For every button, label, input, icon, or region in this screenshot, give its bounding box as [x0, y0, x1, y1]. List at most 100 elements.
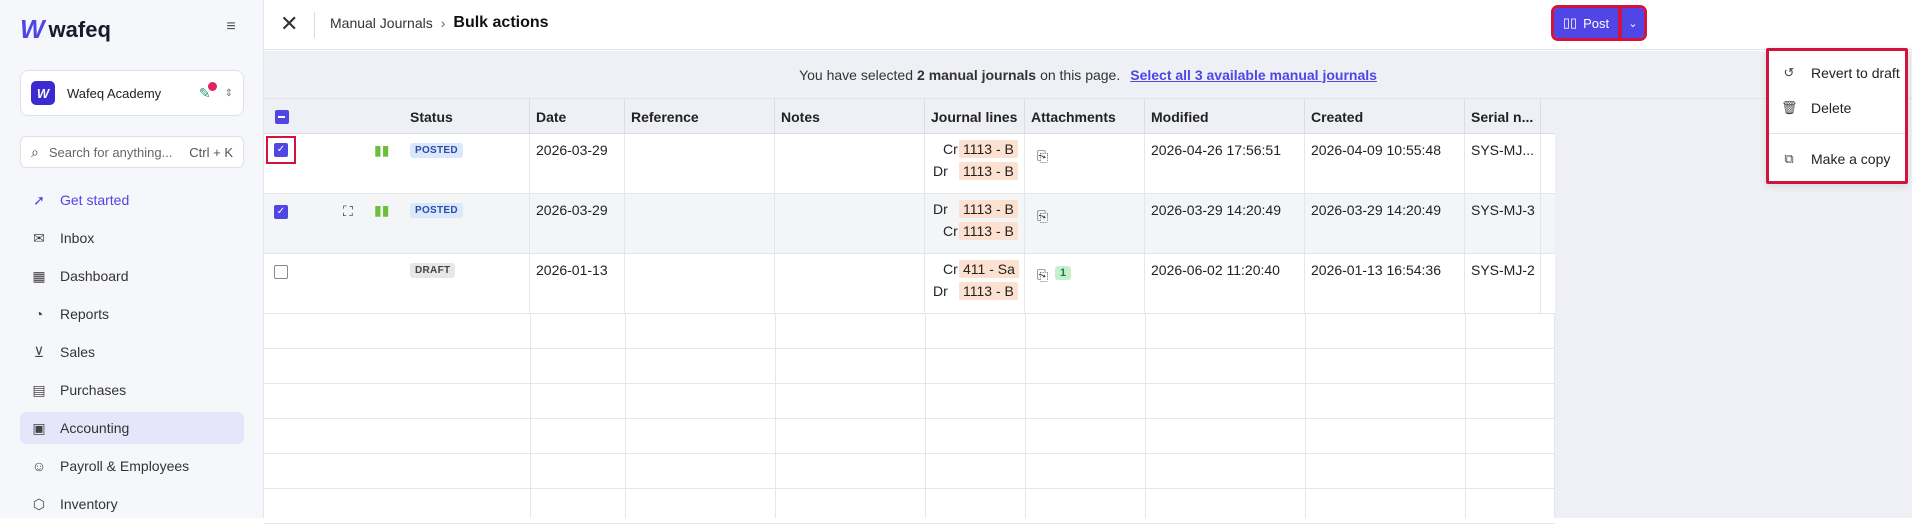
sidebar-item-label: Dashboard — [60, 268, 129, 284]
sidebar-item-inventory[interactable]: ⬡ Inventory — [20, 488, 244, 520]
reference-cell — [625, 254, 775, 314]
copy-icon: ⧉ — [1784, 151, 1794, 166]
sidebar-item-get-started[interactable]: ➚ Get started — [20, 184, 244, 216]
debit-credit-label: Cr — [943, 261, 958, 277]
add-attachment-icon[interactable]: ⎘ — [1037, 208, 1048, 225]
sidebar-item-reports[interactable]: ◔ Reports — [20, 298, 244, 330]
box-icon: ⬡ — [32, 495, 46, 512]
attachments-cell: ⎘ 1 — [1025, 254, 1145, 314]
receipt-icon: ▤ — [32, 381, 46, 398]
revert-icon: ↺ — [1783, 65, 1795, 80]
created-cell: 2026-01-13 16:54:36 — [1305, 254, 1465, 314]
post-button[interactable]: ▯▯ Post — [1551, 5, 1621, 41]
select-column-header — [264, 99, 404, 134]
col-attachments[interactable]: Attachments — [1025, 99, 1145, 134]
expand-icon[interactable]: ⛶ — [343, 203, 353, 220]
journal-line: Dr 1113 - B — [929, 160, 1020, 182]
col-status[interactable]: Status — [404, 99, 530, 134]
status-cell: POSTED — [404, 134, 530, 194]
col-notes[interactable]: Notes — [775, 99, 925, 134]
date-cell: 2026-03-29 — [530, 194, 625, 254]
search-box[interactable]: ⌕ Search for anything... Ctrl + K — [20, 136, 244, 168]
row-checkbox[interactable]: ✓ — [274, 205, 288, 219]
org-switcher[interactable]: W Wafeq Academy ✎ ⇕ — [20, 70, 244, 116]
col-serial[interactable]: Serial n... — [1465, 99, 1541, 134]
sidebar-item-accounting[interactable]: ▣ Accounting — [20, 412, 244, 444]
cart-icon: ⊻ — [33, 343, 45, 360]
serial-cell: SYS-MJ... — [1465, 134, 1541, 194]
notes-cell — [775, 194, 925, 254]
col-modified[interactable]: Modified — [1145, 99, 1305, 134]
col-created[interactable]: Created — [1305, 99, 1465, 134]
serial-cell: SYS-MJ-3 — [1465, 194, 1541, 254]
search-shortcut: Ctrl + K — [189, 144, 233, 160]
menu-divider — [1769, 133, 1905, 134]
add-attachment-icon[interactable]: ⎘ — [1037, 148, 1048, 165]
sidebar-item-sales[interactable]: ⊻ Sales — [20, 336, 244, 368]
sidebar-item-label: Purchases — [60, 382, 127, 398]
modified-cell: 2026-04-26 17:56:51 — [1145, 134, 1305, 194]
inbox-icon: ✉ — [33, 229, 45, 246]
breadcrumb-manual-journals[interactable]: Manual Journals — [330, 15, 433, 31]
journal-line: Dr 1113 - B — [929, 198, 1020, 220]
page-title: Bulk actions — [453, 14, 549, 31]
grid-line — [1025, 314, 1026, 518]
menu-item-make-a-copy[interactable]: ⧉ Make a copy — [1769, 144, 1905, 174]
chevron-right-icon: › — [440, 15, 446, 31]
logo-text: wafeq — [48, 16, 111, 42]
debit-credit-label: Dr — [933, 163, 948, 179]
row-checkbox[interactable]: ✓ — [274, 143, 288, 157]
post-dropdown-button[interactable]: ⌄ — [1619, 5, 1647, 41]
dashboard-icon: ▦ — [32, 267, 46, 284]
menu-item-delete[interactable]: 🗑 Delete — [1769, 93, 1905, 123]
journal-line: Dr 1113 - B — [929, 280, 1020, 302]
date-cell: 2026-03-29 — [530, 134, 625, 194]
collapse-sidebar-icon[interactable]: ≡ — [220, 18, 242, 40]
status-badge: DRAFT — [410, 263, 456, 278]
org-name: Wafeq Academy — [67, 85, 162, 101]
logo[interactable]: W wafeq — [20, 14, 111, 45]
select-all-checkbox[interactable] — [275, 110, 289, 124]
sidebar-item-inbox[interactable]: ✉ Inbox — [20, 222, 244, 254]
account-chip: 1113 - B — [959, 282, 1018, 300]
table-row[interactable]: ✓ ▮▮ POSTED 2026-03-29 Cr 1113 - B Dr 1113… — [264, 134, 1555, 194]
banner-suffix: on this page. — [1040, 66, 1121, 83]
sidebar-item-label: Inbox — [60, 230, 95, 246]
table-row[interactable]: DRAFT 2026-01-13 Cr 411 - Sa Dr 1113 - B ⎘… — [264, 254, 1555, 314]
sidebar-item-dashboard[interactable]: ▦ Dashboard — [20, 260, 244, 292]
banner-count: 2 manual journals — [917, 66, 1037, 83]
created-cell: 2026-04-09 10:55:48 — [1305, 134, 1465, 194]
sidebar: W wafeq ≡ W Wafeq Academy ✎ ⇕ ⌕ Search f… — [0, 0, 264, 518]
account-chip: 411 - Sa — [959, 260, 1019, 278]
status-badge: POSTED — [410, 203, 463, 218]
notification-dot — [207, 81, 217, 91]
serial-cell: SYS-MJ-2 — [1465, 254, 1541, 314]
col-journal-lines[interactable]: Journal lines — [925, 99, 1025, 134]
sidebar-item-label: Sales — [60, 344, 96, 360]
select-all-link[interactable]: Select all 3 available manual journals — [1130, 67, 1377, 83]
banner-prefix: You have selected — [799, 66, 914, 83]
attachments-cell: ⎘ — [1025, 134, 1145, 194]
menu-item-revert-to-draft[interactable]: ↺ Revert to draft — [1769, 58, 1905, 88]
sidebar-item-purchases[interactable]: ▤ Purchases — [20, 374, 244, 406]
empty-grid — [264, 314, 1555, 518]
divider — [314, 12, 315, 38]
paperclip-icon[interactable]: ⎘ — [1037, 267, 1048, 284]
chevron-down-icon: ⌄ — [1628, 17, 1638, 30]
rocket-icon: ➚ — [33, 191, 45, 208]
sidebar-item-payroll[interactable]: ☺ Payroll & Employees — [20, 450, 244, 482]
col-date[interactable]: Date — [530, 99, 625, 134]
reference-cell — [625, 134, 775, 194]
people-icon: ☺ — [31, 458, 47, 474]
row-checkbox[interactable] — [274, 265, 288, 279]
modified-cell: 2026-06-02 11:20:40 — [1145, 254, 1305, 314]
col-reference[interactable]: Reference — [625, 99, 775, 134]
debit-credit-label: Cr — [943, 223, 958, 239]
book-open-icon: ▯▯ — [1562, 15, 1578, 30]
menu-item-label: Make a copy — [1811, 151, 1891, 167]
notification-icon[interactable]: ✎ — [199, 81, 217, 102]
table-row[interactable]: ✓ ⛶ ▮▮ POSTED 2026-03-29 Dr 1113 - B Cr 11… — [264, 194, 1555, 254]
book-icon: ▮▮ — [374, 202, 390, 218]
sidebar-item-label: Accounting — [60, 420, 130, 436]
close-icon[interactable]: ✕ — [280, 11, 298, 37]
